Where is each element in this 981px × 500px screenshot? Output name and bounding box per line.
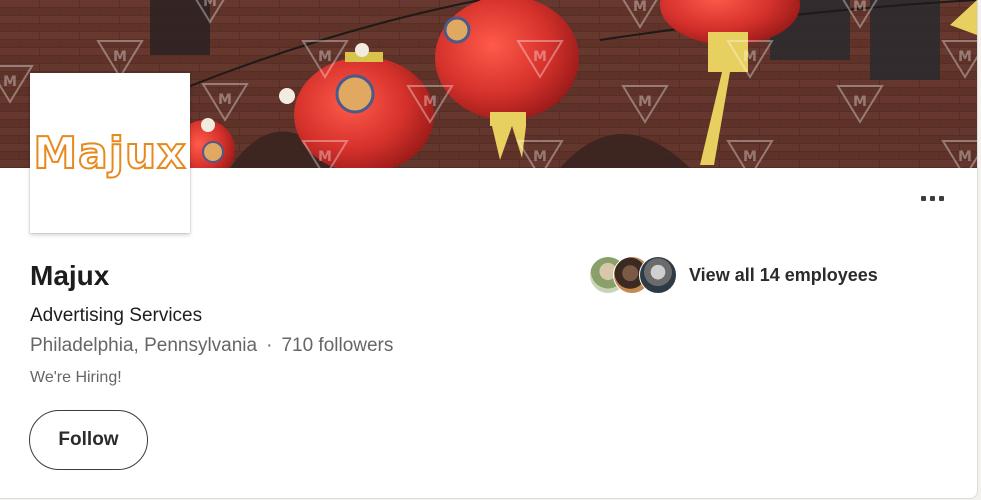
- avatar: [639, 256, 677, 294]
- watermark-letter: M: [533, 149, 547, 165]
- employee-avatars: [589, 256, 679, 294]
- watermark-letter: M: [533, 49, 547, 65]
- watermark-letter: M: [638, 94, 652, 110]
- company-profile-card: MMMMMMMMMMMMMMMMMM Majux Majux Advertisi…: [0, 0, 978, 499]
- watermark-letter: M: [318, 149, 332, 165]
- watermark-letter: M: [113, 49, 127, 65]
- company-location: Philadelphia, Pennsylvania: [30, 335, 258, 356]
- company-meta: Philadelphia, Pennsylvania · 710 followers: [30, 335, 393, 357]
- company-logo[interactable]: Majux: [30, 73, 190, 233]
- watermark-letter: M: [218, 92, 232, 108]
- more-horizontal-icon: [929, 195, 935, 201]
- follower-count[interactable]: 710 followers: [281, 335, 393, 356]
- company-name: Majux: [30, 260, 110, 291]
- view-employees-link[interactable]: View all 14 employees: [589, 256, 878, 294]
- watermark-letter: M: [743, 149, 757, 165]
- watermark-letter: M: [318, 49, 332, 65]
- logo-wordmark: Majux: [32, 127, 187, 180]
- watermark-letter: M: [633, 0, 647, 15]
- follow-button[interactable]: Follow: [29, 410, 148, 470]
- view-employees-label: View all 14 employees: [689, 264, 878, 285]
- watermark-letter: M: [743, 49, 757, 65]
- company-industry: Advertising Services: [30, 305, 203, 326]
- watermark-letter: M: [423, 94, 437, 110]
- watermark-letter: M: [958, 49, 972, 65]
- watermark-letter: M: [958, 149, 972, 165]
- more-horizontal-icon: [938, 195, 944, 201]
- more-horizontal-icon: [920, 195, 926, 201]
- company-tagline: We're Hiring!: [30, 369, 122, 386]
- more-options-button[interactable]: [908, 184, 956, 212]
- separator-dot: ·: [266, 335, 273, 356]
- watermark-letter: M: [3, 74, 17, 90]
- watermark-letter: M: [853, 94, 867, 110]
- watermark-letter: M: [203, 0, 217, 10]
- watermark-letter: M: [853, 0, 867, 15]
